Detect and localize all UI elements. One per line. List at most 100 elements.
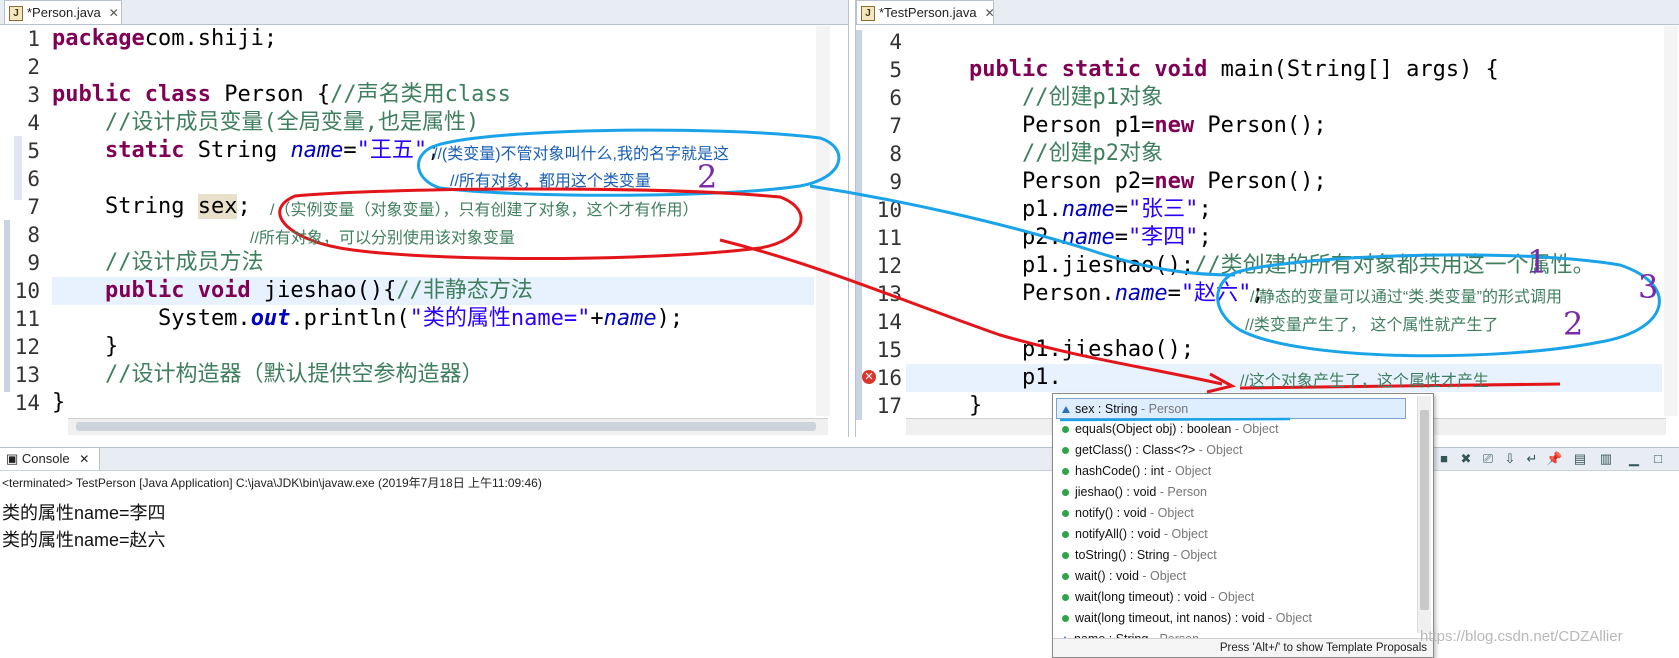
console-icon: ▣ — [6, 451, 19, 466]
code-line[interactable]: static String name="王五"; — [52, 137, 440, 165]
vertical-scrollbar[interactable] — [816, 26, 830, 416]
code-token: name — [1061, 225, 1115, 250]
code-line[interactable]: p1.jieshao(); — [916, 336, 1194, 364]
vertical-scrollbar[interactable] — [1664, 26, 1678, 416]
proposal-item[interactable]: toString() : String - Object — [1056, 545, 1406, 566]
terminate-icon[interactable]: ■ — [1436, 451, 1452, 467]
proposal-scrollbar[interactable] — [1417, 396, 1431, 633]
code-line[interactable]: public class Person {//声名类用class — [52, 81, 511, 109]
code-line[interactable]: } — [916, 392, 982, 420]
error-marker-icon[interactable]: ✕ — [862, 370, 876, 384]
code-token: String — [52, 194, 198, 219]
code-token: } — [52, 390, 66, 415]
code-line[interactable]: p1.jieshao();//类创建的所有对象都共用这一个属性。 — [916, 252, 1595, 280]
proposal-signature: getClass() : Class<?> — [1075, 443, 1196, 457]
proposal-item[interactable]: wait() : void - Object — [1056, 566, 1406, 587]
proposal-item[interactable]: notifyAll() : void - Object — [1056, 524, 1406, 545]
code-line[interactable]: } — [52, 389, 65, 417]
code-token: name — [1061, 197, 1115, 222]
scrollbar-thumb[interactable] — [76, 422, 816, 431]
code-line[interactable]: System.out.println("类的属性name="+name); — [52, 305, 683, 333]
person-java-editor[interactable]: J *Person.java ✕ 1 packagecom.shiji; 2 3 publi… — [0, 0, 849, 437]
proposal-owner: - Object — [1146, 506, 1194, 520]
tab-person-java[interactable]: J *Person.java ✕ — [4, 0, 122, 24]
code-token: p2. — [916, 225, 1062, 250]
code-line[interactable]: Person.name="赵六"; — [916, 280, 1265, 308]
word-wrap-icon[interactable]: ↵ — [1524, 451, 1540, 467]
public-method-icon — [1062, 530, 1069, 538]
code-token: out — [250, 306, 291, 331]
code-line[interactable]: p1.name="张三"; — [916, 196, 1212, 224]
code-line[interactable]: p1. — [916, 364, 1062, 392]
public-method-icon — [1062, 509, 1069, 517]
proposal-signature: wait() : void — [1075, 569, 1139, 583]
console-tab-label: Console — [21, 451, 70, 466]
code-token: "张三" — [1127, 197, 1199, 222]
open-console-icon[interactable]: ▥ — [1598, 451, 1614, 467]
code-token: + — [590, 306, 604, 331]
close-icon[interactable]: ✕ — [109, 6, 119, 20]
code-line[interactable]: //设计成员方法 — [52, 249, 264, 277]
proposal-item[interactable]: equals(Object obj) : boolean - Object — [1056, 419, 1406, 440]
clear-console-icon[interactable]: ⎚ — [1480, 451, 1496, 467]
scrollbar-thumb[interactable] — [1420, 410, 1429, 610]
line-number: 10 — [876, 198, 902, 222]
line-number: 7 — [889, 114, 902, 138]
code-token: p1.jieshao(); — [916, 253, 1195, 278]
proposal-signature: sex : String — [1075, 402, 1138, 416]
line-number: 4 — [889, 30, 902, 54]
template-proposals-hint: Press 'Alt+/' to show Template Proposals — [1053, 638, 1433, 657]
code-line[interactable]: //设计构造器（默认提供空参构造器） — [52, 361, 484, 389]
tab-label: *TestPerson.java — [879, 5, 977, 20]
pin-console-icon[interactable]: 📌 — [1546, 451, 1562, 467]
public-method-icon — [1062, 467, 1069, 475]
testperson-java-editor[interactable]: J *TestPerson.java ✕ 4 5 public static void… — [855, 0, 1679, 437]
code-line[interactable]: String sex; — [52, 193, 251, 221]
public-method-icon — [1062, 593, 1069, 601]
code-line[interactable]: Person p2=new Person(); — [916, 168, 1327, 196]
proposal-item[interactable]: jieshao() : void - Person — [1056, 482, 1406, 503]
tab-console[interactable]: ▣ Console ✕ — [0, 448, 101, 470]
close-icon[interactable]: ✕ — [985, 6, 995, 20]
proposal-item[interactable]: wait(long timeout) : void - Object — [1056, 587, 1406, 608]
scroll-lock-icon[interactable]: ⇩ — [1502, 451, 1518, 467]
field-icon — [1062, 405, 1070, 413]
code-line[interactable]: Person p1=new Person(); — [916, 112, 1327, 140]
code-line[interactable]: public static void main(String[] args) { — [916, 56, 1499, 84]
code-line[interactable]: packagecom.shiji; — [52, 25, 277, 53]
proposal-owner: - Person — [1156, 485, 1208, 499]
proposal-item[interactable]: wait(long timeout, int nanos) : void - O… — [1056, 608, 1406, 629]
maximize-icon[interactable]: □ — [1650, 451, 1666, 467]
tab-testperson-java[interactable]: J *TestPerson.java ✕ — [856, 0, 995, 24]
code-line[interactable]: public void jieshao(){//非静态方法 — [52, 277, 533, 305]
content-assist-popup[interactable]: sex : String - Person equals(Object obj) … — [1052, 393, 1434, 658]
line-number: 1 — [27, 27, 40, 51]
proposal-item[interactable]: notify() : void - Object — [1056, 503, 1406, 524]
minimize-icon[interactable]: ▁ — [1626, 451, 1642, 467]
code-line[interactable]: //创建p1对象 — [916, 84, 1163, 112]
code-line[interactable]: } — [52, 333, 118, 361]
code-line[interactable]: //创建p2对象 — [916, 140, 1163, 168]
line-number: 3 — [27, 83, 40, 107]
code-line[interactable]: //设计成员变量(全局变量,也是属性) — [52, 109, 479, 137]
code-token: public class — [52, 82, 211, 107]
proposal-item[interactable]: hashCode() : int - Object — [1056, 461, 1406, 482]
display-console-icon[interactable]: ▤ — [1572, 451, 1588, 467]
proposal-item[interactable]: getClass() : Class<?> - Object — [1056, 440, 1406, 461]
remove-launch-icon[interactable]: ✖ — [1458, 451, 1474, 467]
proposal-owner: - Object — [1163, 464, 1212, 478]
line-number: 8 — [27, 223, 40, 247]
proposal-item[interactable]: sex : String - Person — [1056, 398, 1406, 419]
tab-label: *Person.java — [27, 5, 101, 20]
code-token: .println( — [290, 306, 410, 331]
proposal-owner: - Person — [1137, 402, 1189, 416]
code-token: name — [290, 138, 344, 163]
horizontal-scrollbar[interactable] — [68, 418, 828, 435]
code-line[interactable]: p2.name="李四"; — [916, 224, 1212, 252]
close-icon[interactable]: ✕ — [79, 452, 89, 466]
code-token: static — [104, 138, 185, 163]
